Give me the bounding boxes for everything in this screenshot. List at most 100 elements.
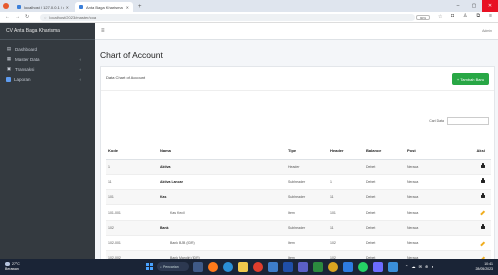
edit-pencil-icon[interactable] (480, 210, 485, 216)
col-header[interactable]: Header (328, 143, 364, 160)
lock-icon (481, 223, 485, 229)
window-controls: – ▢ ✕ (450, 0, 498, 12)
tab-favicon-icon (79, 5, 83, 9)
main-content: Chart of Account Data Chart of Account +… (95, 40, 498, 275)
col-tipe[interactable]: Tipe (286, 143, 328, 160)
search-label: Cari Data (429, 119, 444, 123)
cell-aksi (455, 189, 491, 206)
store-icon[interactable] (268, 262, 278, 272)
vscode-icon[interactable] (343, 262, 353, 272)
sidebar-item-dashboard[interactable]: ▤ Dashboard (0, 44, 95, 54)
table-header-row: Kode Nama Tipe Header Balance Post Aksi (106, 143, 491, 160)
lock-icon (481, 177, 485, 183)
cell-header (328, 159, 364, 175)
word-icon[interactable] (283, 262, 293, 272)
back-icon[interactable]: ← (5, 14, 10, 20)
cell-aksi (455, 235, 491, 252)
shield-icon: ◌ (44, 15, 47, 20)
cell-post: Neraca (405, 159, 455, 175)
cell-kode: 102 (106, 220, 158, 236)
weather-widget[interactable]: 27°C Berawan (5, 262, 20, 271)
browser-toolbar-icons: ◘ ♙ ⧉ ≡ (451, 13, 492, 19)
sidebar-item-label: Laporan (14, 76, 31, 82)
account-icon[interactable]: ♙ (463, 13, 467, 19)
coa-table: Kode Nama Tipe Header Balance Post Aksi … (106, 143, 491, 275)
hamburger-menu-icon[interactable]: ≡ (101, 28, 105, 34)
cell-header: 1 (328, 174, 364, 191)
minimize-icon[interactable]: – (450, 0, 466, 12)
edge-icon[interactable] (223, 262, 233, 272)
cell-nama: Bank BJB (IDR) (158, 235, 286, 252)
col-post[interactable]: Post (405, 143, 455, 160)
cell-header: 11 (328, 220, 364, 236)
browser-tab-coa[interactable]: Anta Baga Kharisma | Data Cha ✕ (75, 2, 133, 12)
taskbar-search-label: Pencarian (162, 264, 179, 269)
cell-tipe: Item (286, 235, 328, 252)
coa-card: Data Chart of Account + Tambah Baru Cari… (100, 66, 495, 275)
browser-tab-phpmyadmin[interactable]: localhost / 127.0.0.1 / db_ateka ✕ (13, 2, 73, 12)
tab-close-icon[interactable]: ✕ (126, 5, 129, 10)
lock-icon (481, 162, 485, 168)
cell-aksi (455, 204, 491, 221)
sidebar-item-transaksi[interactable]: ▣ Transaksi ‹ (0, 64, 95, 74)
table-row: 1 Aktiva Header Debet Neraca (106, 159, 491, 175)
col-nama[interactable]: Nama (158, 143, 286, 160)
cell-aksi (455, 220, 491, 236)
search-row: Cari Data (429, 117, 489, 125)
cell-aksi (455, 174, 491, 191)
new-tab-button[interactable]: + (138, 4, 142, 10)
maximize-icon[interactable]: ▢ (466, 0, 482, 12)
url-input[interactable]: ◌ localhost/2023/master/coa 90% ☆ (40, 14, 442, 21)
lock-icon (481, 193, 485, 199)
firefox-icon[interactable] (208, 262, 218, 272)
cell-header: 102 (328, 235, 364, 252)
table-row: 101 Kas Subheader 11 Debet Neraca (106, 189, 491, 206)
cell-kode: 11 (106, 174, 158, 191)
app-red-icon[interactable] (253, 262, 263, 272)
clock-time: 10:41 (484, 262, 493, 266)
app-green-icon[interactable] (313, 262, 323, 272)
app-blue-icon[interactable] (373, 262, 383, 272)
user-menu[interactable]: Admin (482, 29, 492, 33)
cell-kode: 102-001 (106, 235, 158, 252)
brand-name[interactable]: CV Anta Baga Kharisma (0, 23, 95, 40)
sidebar: CV Anta Baga Kharisma ▤ Dashboard ▦ Mast… (0, 23, 95, 259)
address-bar-row: ← → ↻ ◌ localhost/2023/master/coa 90% ☆ (0, 12, 498, 23)
col-kode[interactable]: Kode (106, 143, 158, 160)
top-navbar: ≡ Admin (95, 23, 498, 40)
sidebar-item-laporan[interactable]: Laporan ‹ (0, 74, 95, 84)
zoom-badge[interactable]: 90% (416, 15, 431, 20)
menu-icon[interactable]: ≡ (489, 13, 492, 19)
system-tray-icons[interactable]: ⌃ ☁ ✉ ⊕ ◐ (405, 264, 435, 269)
bookmark-star-icon[interactable]: ☆ (438, 14, 442, 20)
url-text: localhost/2023/master/coa (49, 15, 97, 20)
card-title: Data Chart of Account (106, 75, 146, 80)
chrome-icon[interactable] (328, 262, 338, 272)
clock[interactable]: 10:41 28/05/2023 (475, 262, 493, 271)
col-balance[interactable]: Balance (364, 143, 405, 160)
page-title: Chart of Account (100, 50, 163, 60)
window-close-icon[interactable]: ✕ (482, 0, 498, 12)
tab-close-icon[interactable]: ✕ (66, 5, 69, 10)
sidebar-item-master-data[interactable]: ▦ Master Data ‹ (0, 54, 95, 64)
cell-balance: Debet (364, 189, 405, 206)
edit-pencil-icon[interactable] (480, 241, 485, 246)
whatsapp-icon[interactable] (358, 262, 368, 272)
cell-nama: Aktiva Lancar (158, 174, 286, 191)
cell-nama: Kas Kecil (158, 204, 286, 221)
taskbar-search[interactable]: ⌕ Pencarian (157, 262, 189, 271)
pocket-icon[interactable]: ◘ (451, 13, 454, 19)
app-extra-icon[interactable] (388, 262, 398, 272)
cell-post: Neraca (405, 235, 455, 252)
extensions-icon[interactable]: ⧉ (477, 13, 481, 19)
sidebar-menu: ▤ Dashboard ▦ Master Data ‹ ▣ Transaksi … (0, 40, 95, 84)
reload-icon[interactable]: ↻ (25, 14, 29, 20)
teams-icon[interactable] (298, 262, 308, 272)
task-view-icon[interactable] (193, 262, 203, 272)
sidebar-item-label: Dashboard (15, 46, 38, 52)
file-explorer-icon[interactable] (238, 262, 248, 272)
search-input[interactable] (447, 117, 489, 125)
add-new-button[interactable]: + Tambah Baru (452, 73, 489, 85)
windows-start-icon[interactable] (146, 263, 153, 270)
forward-icon[interactable]: → (15, 14, 20, 20)
